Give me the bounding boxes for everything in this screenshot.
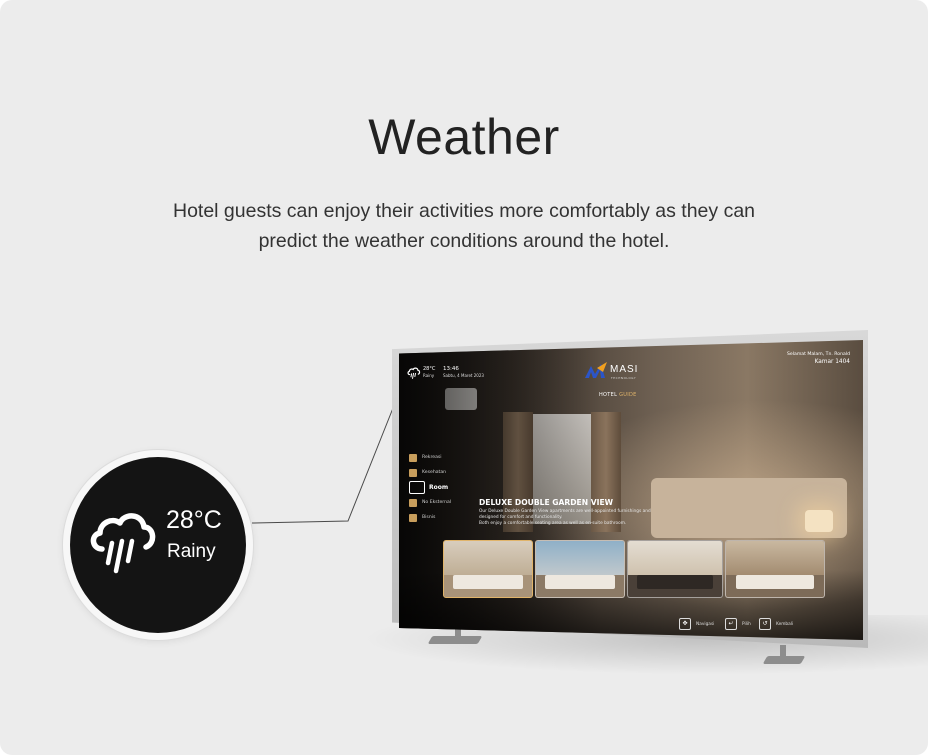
callout-condition: Rainy [167,541,216,562]
briefcase-icon [409,513,417,522]
menu-item-kesehatan[interactable]: Kesehatan [409,465,451,480]
room-thumbnail[interactable] [725,540,825,598]
screen-rain-cloud-icon [407,367,421,379]
screen-date: Sabtu, 4 Maret 2023 [443,373,484,378]
guest-greeting: Selamat Malam, Tn. Ronald [786,352,850,357]
room-feature-title: DELUXE DOUBLE GARDEN VIEW [479,498,614,507]
dpad-icon: ✥ [679,618,691,630]
thumbnail-wall [536,541,624,575]
bed-icon [409,481,425,494]
menu-item-label: No Eksternal [422,500,452,505]
screen-clock: 13:46 [443,366,459,372]
hotel-guide-label: HOTEL GUIDE [599,392,637,398]
screen-side-menu: Rekreasi Kesehatan Room No Eksternal Bis… [409,450,451,525]
room-thumbnail[interactable] [535,540,625,598]
enter-icon: ↵ [725,618,737,630]
nav-hint-navigasi[interactable]: ✥ Navigasi [679,618,714,630]
feature-desc-line-3: Both enjoy a comfortable seating area as… [479,521,627,527]
screen-temperature: 28°C [423,366,436,372]
guide-label-1: HOTEL [599,392,618,398]
tv-stand-left-post [455,628,461,640]
callout-temperature: 28°C [166,506,222,534]
menu-item-label: Kesehatan [422,470,447,475]
tv-screen: 28°C Rainy 13:46 Sabtu, 4 Maret 2023 MAS… [399,340,863,640]
logo-subtitle: TECHNOLOGY [611,376,637,380]
guide-label-2: GUIDE [619,392,637,398]
menu-item-bisnis[interactable]: Bisnis [409,510,451,525]
heart-icon [409,468,417,477]
menu-item-label: Room [429,484,449,491]
recreation-icon [409,453,417,462]
feature-card: Weather Hotel guests can enjoy their act… [0,0,928,755]
masi-logo-icon [585,362,607,378]
menu-item-rekreasi[interactable]: Rekreasi [409,450,451,465]
screen-condition: Rainy [423,373,435,378]
room-thumbnail[interactable] [627,540,723,598]
thumbnail-bed [735,575,815,589]
thumbnail-wall [444,541,532,575]
logo-name: MASI [610,364,639,375]
tv-stand-right-post [780,645,786,659]
back-icon: ↺ [759,618,771,630]
room-feature-description: Our Deluxe Double Garden View apartments… [479,509,689,528]
thumbnail-bed [637,575,713,589]
thumbnail-bed [544,575,616,589]
menu-item-room[interactable]: Room [409,480,451,495]
thumbnail-bed [452,575,524,589]
room-thumbnail[interactable] [443,540,533,598]
nav-hint-label: Navigasi [696,621,715,627]
menu-item-label: Bisnis [422,515,436,520]
nav-hint-pilih[interactable]: ↵ Pilih [725,618,751,630]
bedside-lamp [805,510,833,532]
menu-item-label: Rekreasi [422,455,442,460]
menu-item-no-eksternal[interactable]: No Eksternal [409,495,451,510]
phone-icon [409,498,417,507]
room-number: Kamar 1404 [814,359,850,365]
nav-hint-label: Pilih [742,621,751,627]
thumbnail-wall [628,541,722,575]
rain-cloud-icon [90,513,156,574]
nav-hint-label: Kembali [776,621,794,627]
thumbnail-wall [726,541,824,575]
nav-hint-kembali[interactable]: ↺ Kembali [759,618,793,630]
